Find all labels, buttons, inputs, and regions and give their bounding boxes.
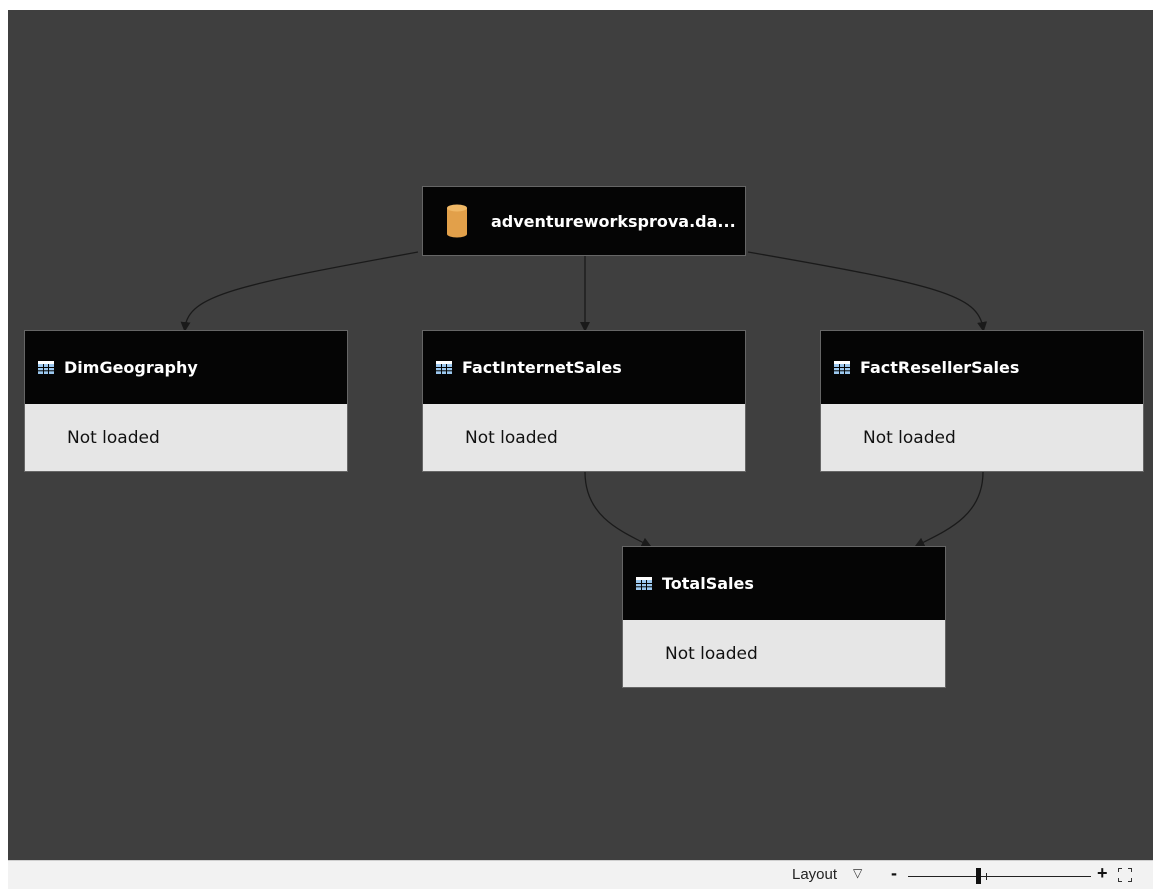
edge-source-factresellersales: [747, 251, 988, 332]
status-text: Not loaded: [67, 427, 160, 448]
edge-source-dimgeography: [180, 251, 419, 332]
query-node-name: TotalSales: [662, 574, 754, 593]
table-icon: [636, 577, 652, 590]
zoom-in-button[interactable]: +: [1097, 863, 1108, 884]
table-icon: [38, 361, 54, 374]
query-node-status: Not loaded: [25, 404, 347, 471]
query-node-factresellersales[interactable]: FactResellerSales Not loaded: [820, 330, 1144, 472]
status-text: Not loaded: [665, 643, 758, 664]
zoom-slider-tick: [986, 873, 987, 880]
zoom-out-button[interactable]: -: [891, 863, 897, 884]
table-icon: [834, 361, 850, 374]
query-node-name: DimGeography: [64, 358, 198, 377]
query-node-status: Not loaded: [821, 404, 1143, 471]
query-node-header: DimGeography: [25, 331, 347, 404]
zoom-slider-thumb[interactable]: [976, 868, 981, 884]
source-node-header: adventureworksprova.da...: [423, 187, 745, 255]
diagram-canvas[interactable]: adventureworksprova.da... DimGeography N…: [8, 10, 1153, 860]
query-node-header: FactResellerSales: [821, 331, 1143, 404]
query-node-header: FactInternetSales: [423, 331, 745, 404]
status-bar: Layout ▽ - +: [8, 860, 1153, 889]
source-node-label: adventureworksprova.da...: [491, 211, 736, 231]
triangle-down-icon[interactable]: ▽: [853, 866, 862, 880]
query-node-factinternetsales[interactable]: FactInternetSales Not loaded: [422, 330, 746, 472]
database-icon: [447, 204, 467, 238]
source-node[interactable]: adventureworksprova.da...: [422, 186, 746, 256]
status-text: Not loaded: [465, 427, 558, 448]
query-node-header: TotalSales: [623, 547, 945, 620]
layout-label[interactable]: Layout: [792, 866, 837, 883]
query-node-name: FactInternetSales: [462, 358, 622, 377]
edge-factinternetsales-totalsales: [584, 471, 652, 547]
query-node-totalsales[interactable]: TotalSales Not loaded: [622, 546, 946, 688]
edge-factresellersales-totalsales: [914, 471, 984, 547]
query-node-status: Not loaded: [623, 620, 945, 687]
zoom-slider-track[interactable]: [908, 876, 1091, 877]
status-text: Not loaded: [863, 427, 956, 448]
query-node-name: FactResellerSales: [860, 358, 1020, 377]
fit-to-screen-icon[interactable]: [1118, 868, 1132, 882]
query-node-status: Not loaded: [423, 404, 745, 471]
query-node-dimgeography[interactable]: DimGeography Not loaded: [24, 330, 348, 472]
table-icon: [436, 361, 452, 374]
